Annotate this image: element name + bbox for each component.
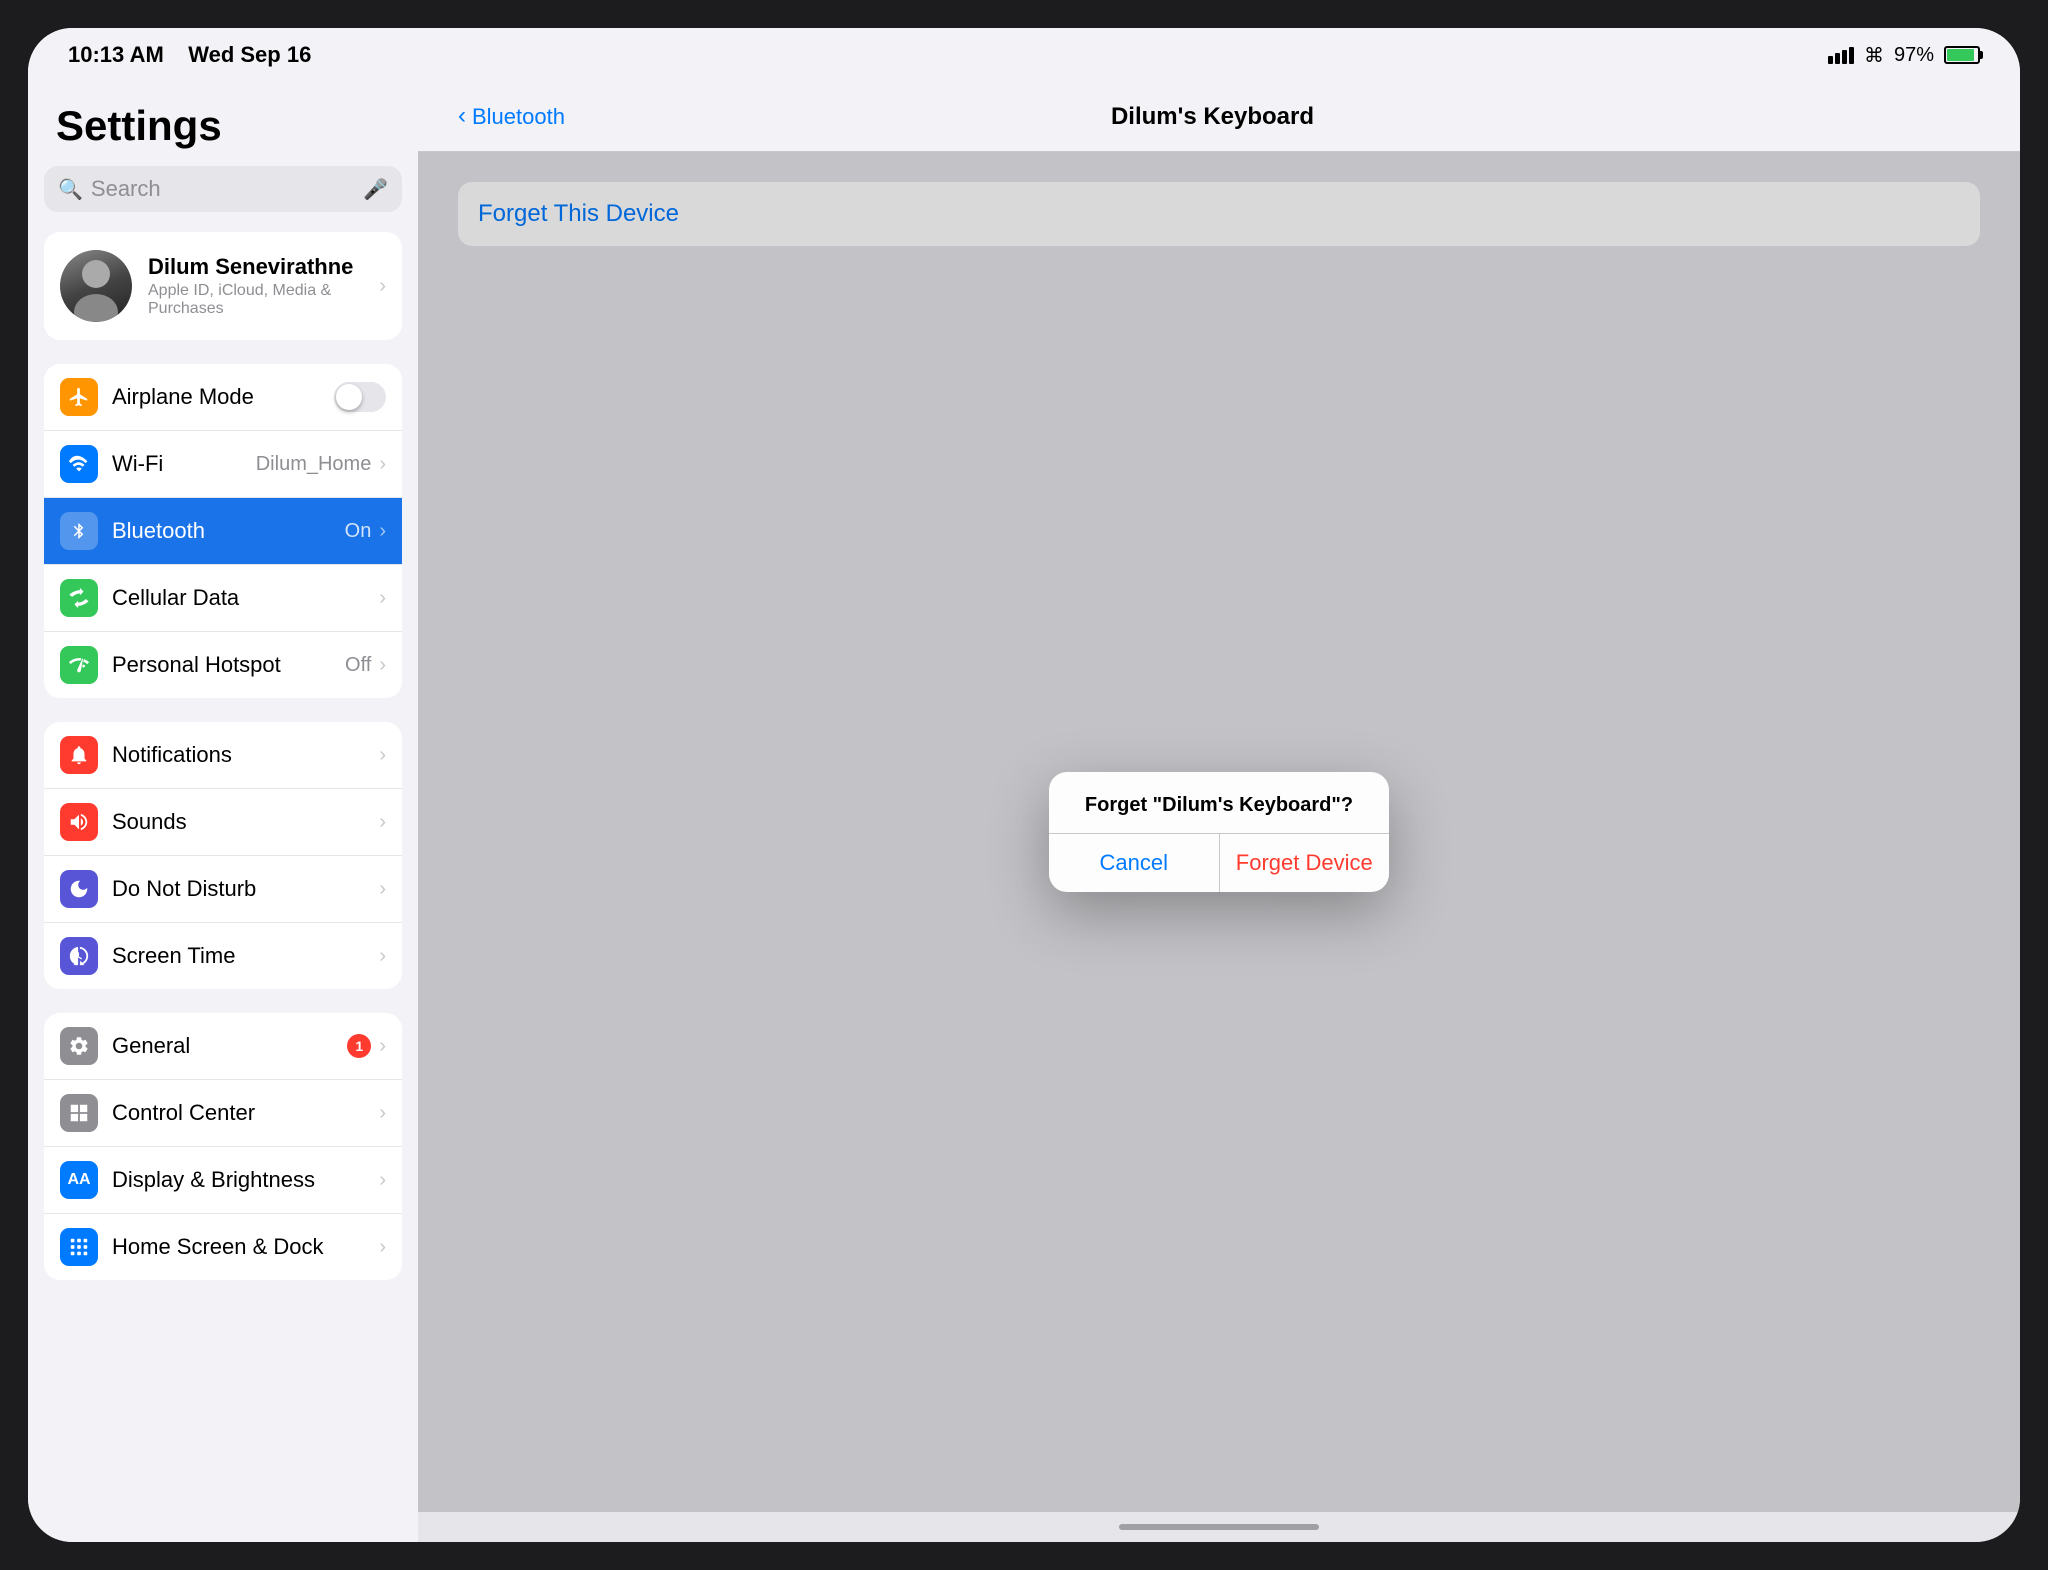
wifi-value: Dilum_Home (256, 453, 372, 476)
cellular-label: Cellular Data (112, 585, 379, 611)
homescreen-chevron: › (379, 1236, 386, 1259)
battery-icon (1944, 46, 1980, 64)
status-date: Wed Sep 16 (188, 42, 311, 67)
sidebar: Settings 🔍 Search 🎤 (28, 82, 418, 1542)
display-chevron: › (379, 1169, 386, 1192)
hotspot-label: Personal Hotspot (112, 652, 345, 678)
general-badge: 1 (347, 1034, 371, 1058)
bluetooth-label: Bluetooth (112, 518, 345, 544)
sidebar-item-hotspot[interactable]: Personal Hotspot Off › (44, 632, 402, 698)
sidebar-item-sounds[interactable]: Sounds › (44, 789, 402, 856)
back-label: Bluetooth (472, 104, 565, 130)
airplane-mode-icon (60, 378, 98, 416)
right-content: Forget This Device Forget "Dilum's Keybo… (418, 152, 2020, 1512)
dialog-forget-button[interactable]: Forget Device (1220, 834, 1390, 892)
dialog-cancel-button[interactable]: Cancel (1049, 834, 1220, 892)
home-bar (1119, 1524, 1319, 1530)
screen: 10:13 AM Wed Sep 16 ⌘ 97% (28, 28, 2020, 1542)
profile-chevron: › (379, 275, 386, 298)
page-title: Dilum's Keyboard (565, 103, 1860, 131)
battery-percent: 97% (1894, 44, 1934, 67)
screentime-chevron: › (379, 945, 386, 968)
back-chevron-icon: ‹ (458, 102, 466, 130)
right-header: ‹ Bluetooth Dilum's Keyboard (418, 82, 2020, 152)
main-content: Settings 🔍 Search 🎤 (28, 82, 2020, 1542)
hotspot-chevron: › (379, 654, 386, 677)
wifi-chevron: › (379, 453, 386, 476)
home-indicator (418, 1512, 2020, 1542)
settings-group-device: General 1 › Control Center › (44, 1013, 402, 1280)
sidebar-item-display[interactable]: AA Display & Brightness › (44, 1147, 402, 1214)
profile-name: Dilum Senevirathne (148, 254, 363, 280)
donotdisturb-icon (60, 870, 98, 908)
sidebar-item-bluetooth[interactable]: Bluetooth On › (44, 498, 402, 565)
sidebar-item-general[interactable]: General 1 › (44, 1013, 402, 1080)
sounds-icon (60, 803, 98, 841)
controlcenter-chevron: › (379, 1102, 386, 1125)
controlcenter-label: Control Center (112, 1100, 379, 1126)
cellular-chevron: › (379, 587, 386, 610)
general-label: General (112, 1033, 347, 1059)
back-button[interactable]: ‹ Bluetooth (458, 103, 565, 130)
wifi-label: Wi-Fi (112, 451, 256, 477)
dialog-buttons: Cancel Forget Device (1049, 833, 1389, 892)
status-icons: ⌘ 97% (1828, 43, 1980, 68)
search-placeholder: Search (91, 176, 355, 202)
microphone-icon[interactable]: 🎤 (363, 177, 388, 202)
homescreen-label: Home Screen & Dock (112, 1234, 379, 1260)
right-panel: ‹ Bluetooth Dilum's Keyboard Forget This… (418, 82, 2020, 1542)
wifi-settings-icon (60, 445, 98, 483)
status-bar: 10:13 AM Wed Sep 16 ⌘ 97% (28, 28, 2020, 82)
sounds-label: Sounds (112, 809, 379, 835)
airplane-mode-toggle[interactable] (334, 382, 386, 412)
forget-dialog: Forget "Dilum's Keyboard"? Cancel Forget… (1049, 772, 1389, 892)
general-icon (60, 1027, 98, 1065)
bluetooth-chevron: › (379, 520, 386, 543)
screentime-label: Screen Time (112, 943, 379, 969)
search-icon: 🔍 (58, 177, 83, 202)
signal-icon (1828, 46, 1854, 64)
dialog-overlay: Forget "Dilum's Keyboard"? Cancel Forget… (418, 152, 2020, 1512)
controlcenter-icon (60, 1094, 98, 1132)
wifi-icon: ⌘ (1864, 43, 1884, 68)
sidebar-item-cellular[interactable]: Cellular Data › (44, 565, 402, 632)
status-time: 10:13 AM (68, 42, 164, 67)
settings-group-system: Notifications › Sounds › (44, 722, 402, 989)
general-chevron: › (379, 1035, 386, 1058)
donotdisturb-label: Do Not Disturb (112, 876, 379, 902)
profile-subtitle: Apple ID, iCloud, Media & Purchases (148, 282, 363, 318)
sidebar-item-controlcenter[interactable]: Control Center › (44, 1080, 402, 1147)
sidebar-item-airplane-mode[interactable]: Airplane Mode (44, 364, 402, 431)
sidebar-item-wifi[interactable]: Wi-Fi Dilum_Home › (44, 431, 402, 498)
search-bar[interactable]: 🔍 Search 🎤 (44, 166, 402, 212)
donotdisturb-chevron: › (379, 878, 386, 901)
notifications-chevron: › (379, 744, 386, 767)
ipad-frame: 10:13 AM Wed Sep 16 ⌘ 97% (0, 0, 2048, 1570)
sidebar-item-notifications[interactable]: Notifications › (44, 722, 402, 789)
settings-group-connectivity: Airplane Mode Wi-Fi Dilum_Ho (44, 364, 402, 698)
display-label: Display & Brightness (112, 1167, 379, 1193)
sidebar-title: Settings (28, 82, 418, 166)
sidebar-item-homescreen[interactable]: Home Screen & Dock › (44, 1214, 402, 1280)
bluetooth-icon (60, 512, 98, 550)
display-icon: AA (60, 1161, 98, 1199)
profile-section[interactable]: Dilum Senevirathne Apple ID, iCloud, Med… (44, 232, 402, 340)
notifications-label: Notifications (112, 742, 379, 768)
sounds-chevron: › (379, 811, 386, 834)
homescreen-icon (60, 1228, 98, 1266)
sidebar-item-donotdisturb[interactable]: Do Not Disturb › (44, 856, 402, 923)
dialog-title: Forget "Dilum's Keyboard"? (1049, 772, 1389, 833)
avatar (60, 250, 132, 322)
screentime-icon (60, 937, 98, 975)
notifications-icon (60, 736, 98, 774)
hotspot-value: Off (345, 654, 371, 677)
airplane-mode-label: Airplane Mode (112, 384, 334, 410)
cellular-icon (60, 579, 98, 617)
hotspot-icon (60, 646, 98, 684)
bluetooth-value: On (345, 520, 372, 543)
sidebar-item-screentime[interactable]: Screen Time › (44, 923, 402, 989)
